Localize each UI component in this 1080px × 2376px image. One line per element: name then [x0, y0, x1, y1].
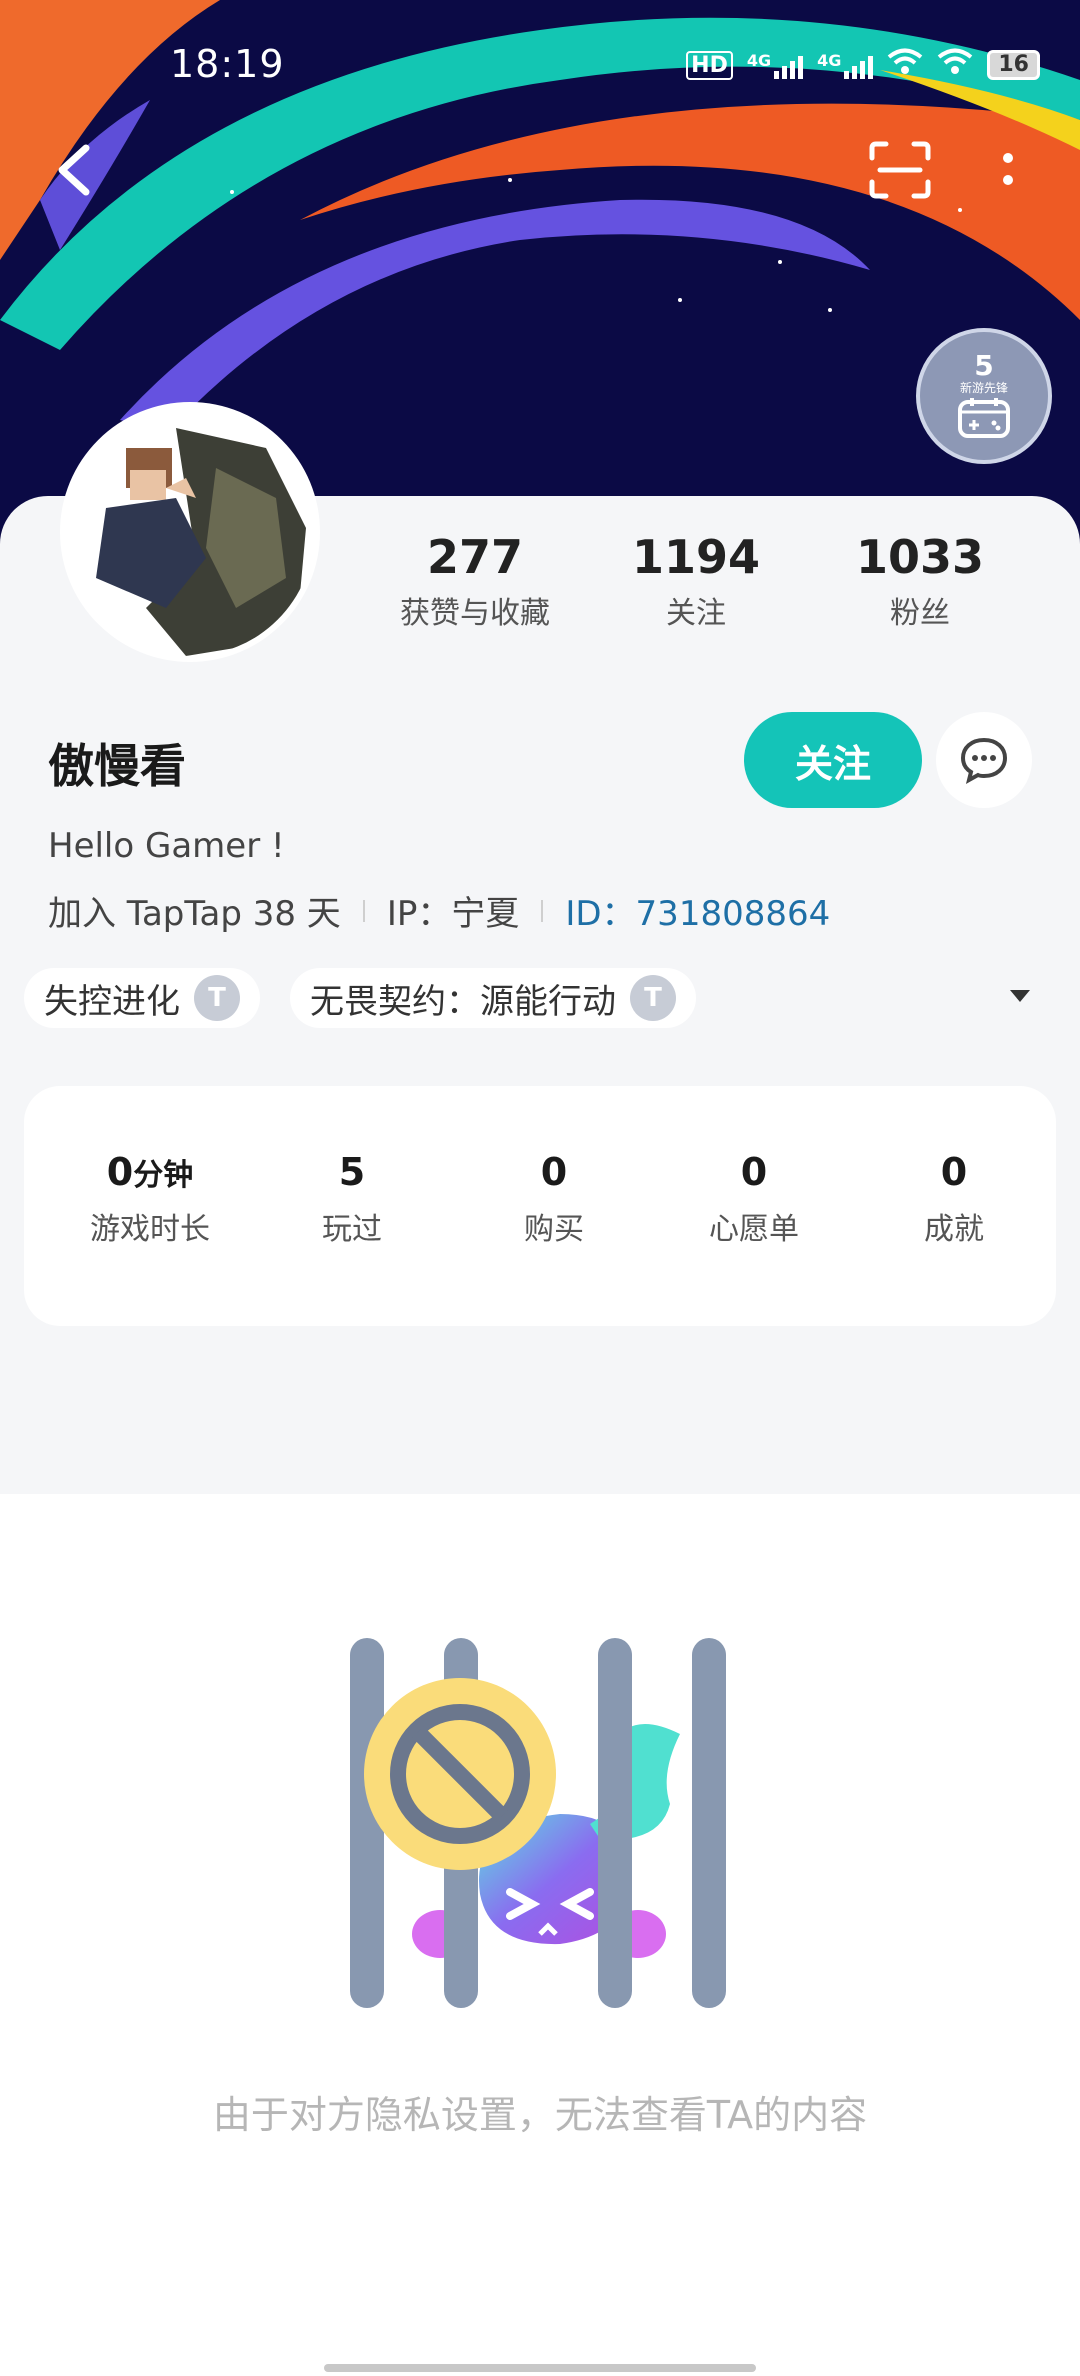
game-tag-label: 无畏契约：源能行动 — [310, 981, 616, 1022]
username: 傲慢看 — [48, 739, 186, 793]
tap-level-icon: T — [630, 975, 676, 1021]
gamepad-icon — [958, 398, 1010, 438]
chevron-down-icon[interactable] — [1010, 990, 1030, 1002]
badge-count: 5 — [974, 349, 994, 382]
game-stat-achievements[interactable]: 0 成就 — [854, 1150, 1054, 1248]
private-jail-icon — [340, 1634, 740, 2014]
more-vertical-icon[interactable] — [996, 148, 1020, 198]
status-time: 18:19 — [170, 42, 285, 86]
game-stat-purchased[interactable]: 0 购买 — [454, 1150, 654, 1248]
game-tag-label: 失控进化 — [44, 981, 180, 1022]
badge-label: 新游先锋 — [959, 381, 1008, 395]
playtime-value: 0 — [106, 1150, 134, 1194]
avatar[interactable] — [60, 402, 320, 662]
wishlist-label: 心愿单 — [709, 1212, 799, 1247]
playtime-unit: 分钟 — [133, 1158, 194, 1193]
stat-followers[interactable]: 1033 粉丝 — [830, 530, 1010, 632]
profile-meta: 加入 TapTap 38 天 IP：宁夏 ID：731808864 — [48, 886, 830, 935]
home-indicator[interactable] — [324, 2364, 756, 2372]
played-value: 5 — [338, 1150, 366, 1194]
joined-text: 加入 TapTap 38 天 — [48, 894, 341, 934]
wifi-icon — [937, 48, 973, 82]
status-icons: HD 4G 4G 16 — [686, 48, 1040, 82]
signal-icon: 4G — [817, 51, 874, 79]
stat-likes[interactable]: 277 获赞与收藏 — [380, 530, 570, 632]
stat-followers-label: 粉丝 — [890, 596, 950, 631]
user-id[interactable]: ID：731808864 — [565, 886, 830, 935]
gamepad-calendar-icon[interactable]: 5 新游先锋 — [916, 328, 1052, 464]
wifi-icon — [887, 48, 923, 82]
ip-location: IP：宁夏 — [386, 894, 520, 934]
game-tag[interactable]: 无畏契约：源能行动 T — [290, 968, 696, 1028]
played-label: 玩过 — [322, 1212, 382, 1247]
message-icon[interactable] — [936, 712, 1032, 808]
game-tag[interactable]: 失控进化 T — [24, 968, 260, 1028]
avatar-image — [66, 408, 314, 656]
bio: Hello Gamer ! — [48, 826, 285, 866]
purchased-value: 0 — [540, 1150, 568, 1194]
tap-level-icon: T — [194, 975, 240, 1021]
signal-icon: 4G — [747, 51, 804, 79]
divider — [541, 899, 544, 922]
stat-following[interactable]: 1194 关注 — [606, 530, 786, 632]
scan-icon[interactable] — [868, 140, 932, 200]
battery-icon: 16 — [987, 50, 1040, 80]
hd-icon: HD — [686, 50, 733, 80]
divider — [362, 899, 365, 922]
stat-following-value: 1194 — [631, 530, 761, 584]
stat-likes-label: 获赞与收藏 — [400, 596, 550, 631]
purchased-label: 购买 — [524, 1212, 584, 1247]
game-stat-wishlist[interactable]: 0 心愿单 — [654, 1150, 854, 1248]
achievements-value: 0 — [940, 1150, 968, 1194]
stat-followers-value: 1033 — [855, 530, 985, 584]
playtime-label: 游戏时长 — [90, 1212, 210, 1247]
back-arrow-icon[interactable] — [50, 140, 100, 200]
stat-likes-value: 277 — [426, 530, 524, 584]
private-message: 由于对方隐私设置，无法查看TA的内容 — [212, 2093, 868, 2137]
follow-button[interactable]: 关注 — [744, 712, 922, 808]
wishlist-value: 0 — [740, 1150, 768, 1194]
game-stat-playtime[interactable]: 0分钟 游戏时长 — [50, 1150, 250, 1248]
achievements-label: 成就 — [924, 1212, 984, 1247]
stat-following-label: 关注 — [666, 596, 726, 631]
game-stat-played[interactable]: 5 玩过 — [252, 1150, 452, 1248]
